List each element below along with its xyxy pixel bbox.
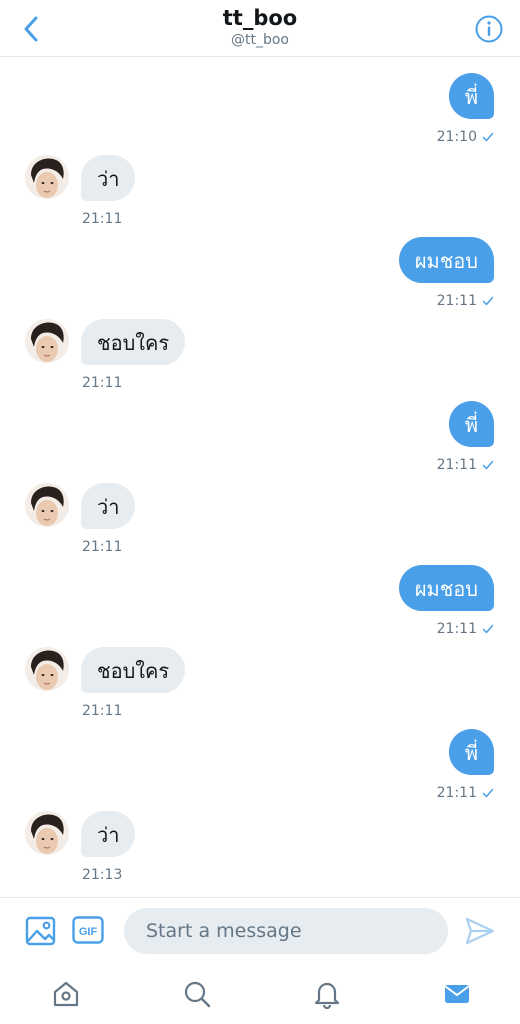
gif-label: GIF bbox=[79, 926, 98, 938]
timestamp-text: 21:11 bbox=[82, 539, 123, 555]
search-icon bbox=[184, 981, 211, 1008]
message-row: ชอบใคร 21:11 bbox=[0, 647, 520, 723]
send-icon bbox=[465, 917, 495, 945]
outgoing-message-bubble[interactable]: ผมชอบ bbox=[398, 565, 494, 611]
incoming-message-bubble[interactable]: ชอบใคร bbox=[81, 647, 186, 693]
message-timestamp: 21:13 bbox=[82, 867, 122, 883]
tab-home[interactable] bbox=[49, 977, 83, 1011]
message-row: ผมชอบ 21:11 bbox=[0, 565, 520, 641]
image-icon bbox=[25, 916, 56, 946]
timestamp-text: 21:11 bbox=[82, 375, 123, 391]
message-row: พี่ 21:10 bbox=[0, 73, 520, 149]
outgoing-message-bubble[interactable]: พี่ bbox=[448, 729, 494, 775]
sent-check-icon bbox=[482, 459, 494, 471]
bell-icon bbox=[314, 982, 340, 1009]
conversation-title: tt_boo bbox=[222, 6, 298, 30]
home-icon bbox=[53, 981, 79, 1007]
incoming-message-bubble[interactable]: ชอบใคร bbox=[81, 319, 186, 365]
avatar[interactable] bbox=[25, 483, 69, 527]
tab-search[interactable] bbox=[180, 977, 214, 1011]
message-row: ผมชอบ 21:11 bbox=[0, 237, 520, 313]
message-timestamp: 21:11 bbox=[82, 375, 122, 391]
sent-check-icon bbox=[482, 131, 494, 143]
gif-icon: GIF bbox=[72, 916, 104, 944]
message-timestamp: 21:11 bbox=[82, 211, 122, 227]
message-row: ว่า 21:11 bbox=[0, 483, 520, 559]
add-image-button[interactable] bbox=[24, 914, 58, 948]
message-composer: GIF bbox=[0, 897, 520, 964]
bottom-tab-bar bbox=[0, 963, 520, 1024]
avatar[interactable] bbox=[25, 155, 69, 199]
message-list[interactable]: พี่ 21:10 ว่า 21:11 ผมชอบ 21:11 ชอบใคร 21:11 พี่… bbox=[0, 57, 520, 897]
incoming-message-bubble[interactable]: ว่า bbox=[81, 155, 136, 201]
message-timestamp: 21:11 bbox=[437, 293, 494, 309]
avatar[interactable] bbox=[25, 811, 69, 855]
conversation-handle: @tt_boo bbox=[231, 32, 289, 48]
timestamp-text: 21:11 bbox=[436, 293, 477, 309]
message-timestamp: 21:11 bbox=[82, 703, 122, 719]
outgoing-message-bubble[interactable]: พี่ bbox=[448, 401, 494, 447]
send-button[interactable] bbox=[462, 913, 498, 949]
avatar[interactable] bbox=[25, 319, 69, 363]
conversation-header: tt_boo @tt_boo bbox=[0, 0, 520, 57]
message-timestamp: 21:10 bbox=[437, 129, 494, 145]
tab-messages[interactable] bbox=[440, 977, 474, 1011]
sent-check-icon bbox=[482, 623, 494, 635]
tab-notifications[interactable] bbox=[310, 977, 344, 1011]
info-button[interactable] bbox=[472, 12, 506, 46]
timestamp-text: 21:11 bbox=[436, 457, 477, 473]
timestamp-text: 21:11 bbox=[82, 703, 123, 719]
add-gif-button[interactable]: GIF bbox=[72, 916, 104, 944]
timestamp-text: 21:13 bbox=[82, 867, 123, 883]
message-row: ชอบใคร 21:11 bbox=[0, 319, 520, 395]
avatar[interactable] bbox=[25, 647, 69, 691]
message-timestamp: 21:11 bbox=[437, 621, 494, 637]
message-input[interactable] bbox=[124, 908, 448, 954]
message-timestamp: 21:11 bbox=[82, 539, 122, 555]
timestamp-text: 21:10 bbox=[436, 129, 477, 145]
timestamp-text: 21:11 bbox=[436, 621, 477, 637]
sent-check-icon bbox=[482, 295, 494, 307]
incoming-message-bubble[interactable]: ว่า bbox=[81, 483, 136, 529]
timestamp-text: 21:11 bbox=[82, 211, 123, 227]
mail-icon bbox=[444, 985, 470, 1003]
message-row: ว่า 21:13 bbox=[0, 811, 520, 887]
message-row: ว่า 21:11 bbox=[0, 155, 520, 231]
conversation-title-block[interactable]: tt_boo @tt_boo bbox=[0, 4, 520, 48]
sent-check-icon bbox=[482, 787, 494, 799]
message-row: พี่ 21:11 bbox=[0, 401, 520, 477]
incoming-message-bubble[interactable]: ว่า bbox=[81, 811, 136, 857]
message-timestamp: 21:11 bbox=[437, 785, 494, 801]
timestamp-text: 21:11 bbox=[436, 785, 477, 801]
outgoing-message-bubble[interactable]: พี่ bbox=[448, 73, 494, 119]
dm-conversation-screen: tt_boo @tt_boo พี่ 21:10 ว่า 21:11 ผมชอบ 21:1… bbox=[0, 0, 520, 1024]
message-timestamp: 21:11 bbox=[437, 457, 494, 473]
message-row: พี่ 21:11 bbox=[0, 729, 520, 805]
info-icon bbox=[475, 15, 503, 43]
outgoing-message-bubble[interactable]: ผมชอบ bbox=[398, 237, 494, 283]
